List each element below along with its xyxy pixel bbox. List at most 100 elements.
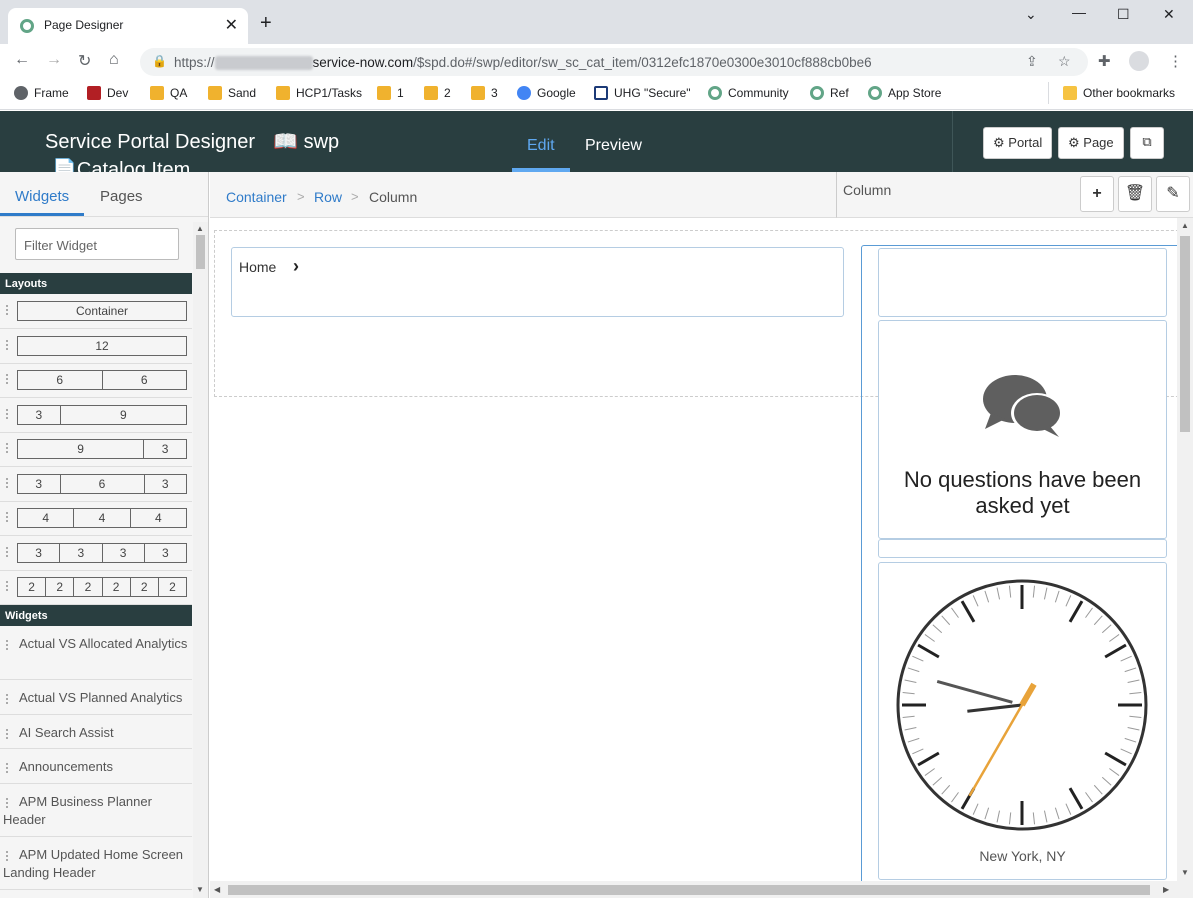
layout-item[interactable]: 363 xyxy=(0,467,192,502)
questions-widget[interactable]: No questions have been asked yet xyxy=(878,320,1167,539)
clock-widget[interactable]: New York, NY xyxy=(878,562,1167,880)
left-panel-scrollbar[interactable]: ▲ ▼ xyxy=(193,222,208,898)
layout-cell: 6 xyxy=(59,473,145,494)
layout-preview: 93 xyxy=(17,439,187,459)
globe-icon xyxy=(14,86,28,100)
drag-handle-icon[interactable] xyxy=(6,512,10,522)
layout-item[interactable]: 93 xyxy=(0,432,192,467)
scroll-down-arrow-icon[interactable]: ▼ xyxy=(196,885,204,894)
scrollbar-thumb[interactable] xyxy=(228,885,1150,895)
widget-item[interactable]: Actual VS Allocated Analytics xyxy=(0,626,192,680)
scroll-up-arrow-icon[interactable]: ▲ xyxy=(1181,221,1189,230)
maximize-button[interactable]: ☐ xyxy=(1117,6,1130,23)
bookmark-qa[interactable]: QA xyxy=(150,86,187,100)
widget-item[interactable]: Announcements xyxy=(0,749,192,784)
tab-widgets[interactable]: Widgets xyxy=(15,188,69,205)
scrollbar-thumb[interactable] xyxy=(196,235,205,269)
drag-handle-icon[interactable] xyxy=(6,581,10,591)
scroll-right-arrow-icon[interactable]: ▶ xyxy=(1163,885,1169,894)
layout-cell: 12 xyxy=(17,335,187,356)
breadcrumb-separator: > xyxy=(297,189,305,204)
scroll-up-arrow-icon[interactable]: ▲ xyxy=(196,224,204,233)
tab-preview[interactable]: Preview xyxy=(585,137,642,155)
bookmark-google[interactable]: Google xyxy=(517,86,576,100)
edit-button[interactable]: ✎ xyxy=(1156,176,1190,212)
canvas-horizontal-scrollbar[interactable]: ◀ ▶ xyxy=(210,881,1193,898)
layout-item[interactable]: 39 xyxy=(0,398,192,433)
bookmark-frame[interactable]: Frame xyxy=(14,86,69,100)
home-link[interactable]: Home xyxy=(239,259,276,275)
layout-item[interactable]: 66 xyxy=(0,363,192,398)
layout-item[interactable]: 444 xyxy=(0,501,192,536)
drag-handle-icon[interactable] xyxy=(6,477,10,488)
bookmark-1[interactable]: 1 xyxy=(377,86,404,100)
layout-item[interactable]: 3333 xyxy=(0,536,192,571)
empty-widget[interactable] xyxy=(878,248,1167,317)
address-bar[interactable]: 🔒 https://service-now.com/$spd.do#/swp/e… xyxy=(140,48,1088,76)
drag-handle-icon[interactable] xyxy=(6,408,10,419)
bookmark-icon xyxy=(276,86,290,100)
close-window-button[interactable]: ✕ xyxy=(1163,6,1175,23)
home-icon[interactable]: ⌂ xyxy=(109,51,119,69)
open-external-button[interactable]: ⧉ xyxy=(1130,127,1164,159)
page-name: 📄Catalog Item xyxy=(52,157,190,172)
extensions-icon[interactable]: ✚ xyxy=(1098,52,1111,70)
page-button[interactable]: ⚙ Page xyxy=(1058,127,1124,159)
scroll-down-arrow-icon[interactable]: ▼ xyxy=(1181,868,1189,877)
layout-item[interactable]: Container xyxy=(0,294,192,329)
breadcrumb-column: Column xyxy=(369,189,418,205)
canvas-vertical-scrollbar[interactable]: ▲ ▼ xyxy=(1177,218,1193,881)
bookmark-star-icon[interactable]: ☆ xyxy=(1058,53,1071,70)
bookmark-ref[interactable]: Ref xyxy=(810,86,849,100)
profile-avatar[interactable] xyxy=(1129,51,1149,71)
tab-search-chevron-icon[interactable]: ⌄ xyxy=(1025,6,1037,23)
close-tab-icon[interactable]: ✕ xyxy=(225,15,238,35)
external-link-icon: ⧉ xyxy=(1142,134,1152,149)
back-arrow-icon[interactable]: ← xyxy=(14,51,30,69)
layout-item[interactable]: 222222 xyxy=(0,570,192,605)
tab-edit[interactable]: Edit xyxy=(527,137,555,155)
filter-widget-input[interactable]: Filter Widget xyxy=(15,228,179,260)
delete-button[interactable]: 🗑 xyxy=(1118,176,1152,212)
empty-widget[interactable] xyxy=(878,539,1167,558)
drag-handle-icon[interactable] xyxy=(6,443,10,453)
browser-tab[interactable]: Page Designer ✕ xyxy=(8,8,248,44)
bookmark-3[interactable]: 3 xyxy=(471,86,498,100)
drag-handle-icon[interactable] xyxy=(6,546,10,557)
layout-item[interactable]: 12 xyxy=(0,329,192,364)
other-bookmarks[interactable]: Other bookmarks xyxy=(1063,86,1175,100)
breadcrumbs-widget[interactable]: Home › xyxy=(231,247,844,317)
widget-item[interactable]: APM Updated Home Screen Landing Header xyxy=(0,837,192,890)
widget-item[interactable]: APM Business Planner Header xyxy=(0,784,192,837)
chevron-right-icon: › xyxy=(293,256,299,276)
bookmark-community[interactable]: Community xyxy=(708,86,789,100)
tab-pages[interactable]: Pages xyxy=(100,188,143,205)
drag-handle-icon[interactable] xyxy=(6,374,10,384)
bookmark-2[interactable]: 2 xyxy=(424,86,451,100)
bookmark-sand[interactable]: Sand xyxy=(208,86,256,100)
bookmark-hcp1-tasks[interactable]: HCP1/Tasks xyxy=(276,86,362,100)
selected-column[interactable]: No questions have been asked yet New Yor… xyxy=(861,245,1177,881)
widget-item[interactable]: AI Search Assist xyxy=(0,715,192,749)
breadcrumb-container[interactable]: Container xyxy=(226,189,287,205)
menu-kebab-icon[interactable]: ⋮ xyxy=(1168,52,1183,70)
layout-cell: 2 xyxy=(157,577,188,597)
minimize-button[interactable]: — xyxy=(1072,4,1086,20)
reload-icon[interactable]: ↻ xyxy=(78,51,91,71)
share-icon[interactable]: ⇪ xyxy=(1026,53,1038,70)
new-tab-button[interactable]: + xyxy=(260,13,272,33)
drag-handle-icon[interactable] xyxy=(6,339,10,350)
bookmark-dev[interactable]: Dev xyxy=(87,86,128,100)
add-button[interactable]: + xyxy=(1080,176,1114,212)
widget-item[interactable]: Actual VS Planned Analytics xyxy=(0,680,192,715)
scroll-left-arrow-icon[interactable]: ◀ xyxy=(214,885,220,894)
breadcrumb-row[interactable]: Row xyxy=(314,189,342,205)
drag-handle-icon[interactable] xyxy=(6,305,10,315)
bookmark-icon xyxy=(150,86,164,100)
selected-element-label: Column xyxy=(843,182,892,198)
bookmark-app-store[interactable]: App Store xyxy=(868,86,941,100)
portal-button[interactable]: ⚙ Portal xyxy=(983,127,1053,159)
scrollbar-thumb[interactable] xyxy=(1180,236,1190,432)
bookmark-uhg-secure[interactable]: UHG "Secure" xyxy=(594,86,691,100)
forward-arrow-icon[interactable]: → xyxy=(46,51,62,69)
